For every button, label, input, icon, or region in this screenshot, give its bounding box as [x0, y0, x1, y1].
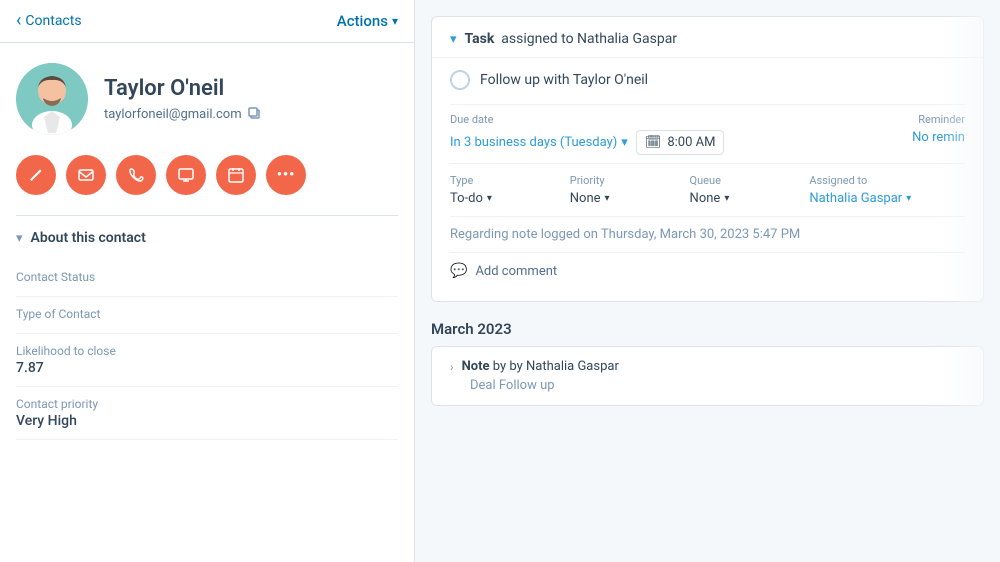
- add-comment-button[interactable]: 💬 Add comment: [450, 252, 965, 289]
- left-panel: Contacts Actions Taylor O'neil: [0, 0, 415, 562]
- comment-icon: 💬: [450, 263, 467, 279]
- avatar: [16, 63, 88, 135]
- due-date-select[interactable]: In 3 business days (Tuesday) ▾: [450, 135, 628, 150]
- due-date-controls: In 3 business days (Tuesday) ▾ 🗓 8:00 AM: [450, 130, 912, 155]
- about-section-title: About this contact: [31, 230, 146, 246]
- field-label-contact-status: Contact Status: [16, 270, 398, 284]
- action-icons-row: •••: [0, 147, 414, 215]
- contact-fields: Contact Status Type of Contact Likelihoo…: [0, 260, 414, 440]
- queue-label: Queue: [690, 174, 794, 187]
- due-date-label: Due date: [450, 113, 912, 126]
- right-panel: ▾ Task assigned to Nathalia Gaspar Follo…: [415, 0, 1000, 562]
- note-card: › Note by by Nathalia Gaspar Deal Follow…: [431, 346, 984, 406]
- task-note-text: Regarding note logged on Thursday, March…: [450, 216, 965, 252]
- task-type-row: Type To-do ▾ Priority None ▾ Queue: [450, 163, 965, 216]
- note-header: › Note by by Nathalia Gaspar: [450, 359, 965, 374]
- task-section: ▾ Task assigned to Nathalia Gaspar Follo…: [431, 16, 984, 302]
- reminder-select[interactable]: No remin: [912, 130, 965, 145]
- field-label-likelihood: Likelihood to close: [16, 344, 398, 358]
- task-chevron-icon[interactable]: ▾: [450, 32, 457, 47]
- task-queue-field: Queue None ▾: [690, 174, 794, 206]
- due-date-row: Due date In 3 business days (Tuesday) ▾ …: [450, 104, 965, 163]
- task-check-row: Follow up with Taylor O'neil: [450, 70, 965, 90]
- left-header: Contacts Actions: [0, 0, 414, 43]
- task-title: Task assigned to Nathalia Gaspar: [465, 31, 678, 47]
- edit-button[interactable]: [16, 155, 56, 195]
- reminder-label: Reminder: [912, 113, 965, 126]
- actions-button[interactable]: Actions: [337, 12, 398, 30]
- field-contact-priority: Contact priority Very High: [16, 387, 398, 440]
- field-value-likelihood: 7.87: [16, 360, 398, 376]
- due-date-field: Due date In 3 business days (Tuesday) ▾ …: [450, 113, 912, 155]
- priority-label: Priority: [570, 174, 674, 187]
- contact-profile: Taylor O'neil taylorfoneil@gmail.com: [0, 43, 414, 147]
- field-label-contact-priority: Contact priority: [16, 397, 398, 411]
- more-button[interactable]: •••: [266, 155, 306, 195]
- field-contact-status: Contact Status: [16, 260, 398, 297]
- field-value-contact-priority: Very High: [16, 413, 398, 429]
- contact-email-row: taylorfoneil@gmail.com: [104, 107, 262, 122]
- about-chevron-icon: ▾: [16, 231, 23, 246]
- field-label-type-of-contact: Type of Contact: [16, 307, 398, 321]
- type-select[interactable]: To-do ▾: [450, 191, 554, 206]
- field-likelihood: Likelihood to close 7.87: [16, 334, 398, 387]
- assigned-label: Assigned to: [809, 174, 965, 187]
- note-by-text: by: [493, 359, 510, 374]
- task-checkbox[interactable]: [450, 70, 470, 90]
- assigned-select[interactable]: Nathalia Gaspar ▾: [809, 191, 965, 206]
- about-section-header[interactable]: ▾ About this contact: [0, 216, 414, 260]
- field-type-of-contact: Type of Contact: [16, 297, 398, 334]
- task-type-field: Type To-do ▾: [450, 174, 554, 206]
- priority-select[interactable]: None ▾: [570, 191, 674, 206]
- note-title: Note by by Nathalia Gaspar: [462, 359, 619, 374]
- task-body: Follow up with Taylor O'neil Due date In…: [432, 58, 983, 301]
- march-section: March 2023 › Note by by Nathalia Gaspar …: [431, 310, 984, 412]
- task-priority-field: Priority None ▾: [570, 174, 674, 206]
- time-input[interactable]: 🗓 8:00 AM: [636, 130, 725, 155]
- calendar-small-icon: 🗓: [645, 135, 662, 150]
- contacts-back-link[interactable]: Contacts: [16, 12, 82, 30]
- task-assigned-field: Assigned to Nathalia Gaspar ▾: [809, 174, 965, 206]
- email-button[interactable]: [66, 155, 106, 195]
- calendar-button[interactable]: [216, 155, 256, 195]
- type-label: Type: [450, 174, 554, 187]
- month-label: March 2023: [431, 320, 984, 338]
- phone-button[interactable]: [116, 155, 156, 195]
- copy-icon[interactable]: [248, 107, 262, 121]
- task-follow-up-label: Follow up with Taylor O'neil: [480, 72, 648, 88]
- note-subtitle: Deal Follow up: [450, 378, 965, 393]
- note-chevron-icon[interactable]: ›: [450, 360, 454, 374]
- contact-email-text: taylorfoneil@gmail.com: [104, 107, 242, 122]
- contact-name: Taylor O'neil: [104, 76, 262, 102]
- task-header: ▾ Task assigned to Nathalia Gaspar: [432, 17, 983, 58]
- queue-select[interactable]: None ▾: [690, 191, 794, 206]
- contact-info: Taylor O'neil taylorfoneil@gmail.com: [104, 76, 262, 121]
- screen-button[interactable]: [166, 155, 206, 195]
- reminder-field: Reminder No remin: [912, 113, 965, 155]
